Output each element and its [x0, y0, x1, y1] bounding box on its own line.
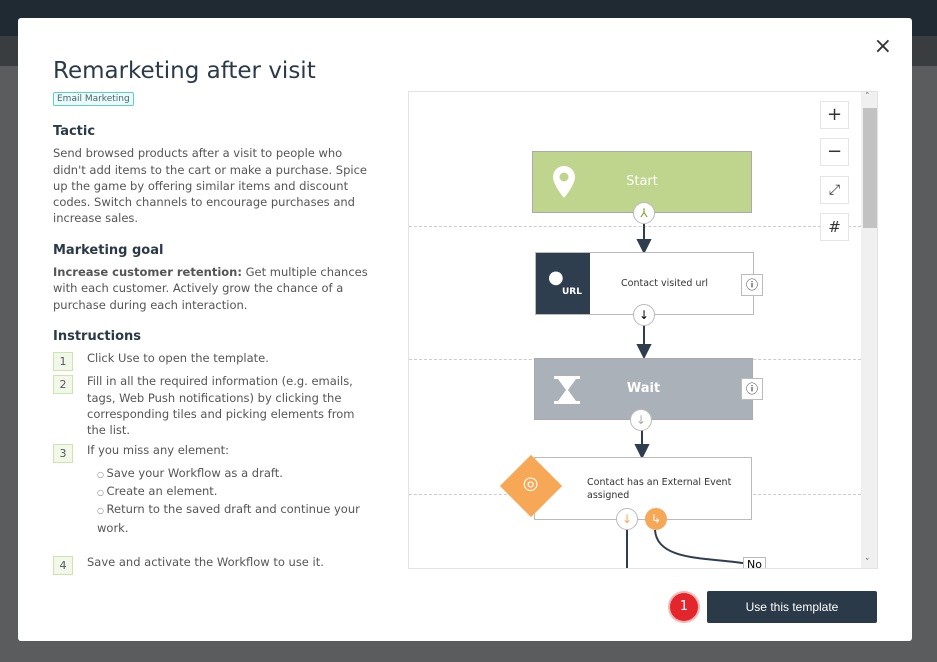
step-text: If you miss any element: — [87, 443, 230, 458]
step-number: 3 — [53, 444, 73, 464]
step-number: 1 — [53, 352, 73, 372]
use-template-button[interactable]: Use this template — [707, 591, 877, 623]
workflow-canvas[interactable]: Start ⅄ ● URL Contact visited url ⓘ ↓ Wai… — [408, 91, 878, 569]
category-tag: Email Marketing — [53, 92, 134, 106]
close-icon[interactable]: × — [874, 36, 892, 58]
node-label: Contact has an External Event assigned — [587, 477, 732, 501]
wait-label: Wait — [626, 381, 661, 396]
template-modal: × Remarketing after visit Email Marketin… — [18, 18, 912, 641]
scrollbar-thumb[interactable] — [863, 108, 877, 228]
scroll-up-icon[interactable]: ˄ — [865, 92, 870, 102]
zoom-out-button[interactable]: − — [820, 138, 849, 166]
sub-step: Save your Workflow as a draft. — [97, 465, 373, 483]
fullscreen-icon[interactable]: ⤢ — [820, 176, 849, 204]
step: 1 Click Use to open the template. — [53, 350, 373, 372]
step-text: Fill in all the required information (e.… — [87, 374, 355, 438]
branch-icon: ↳ — [645, 508, 667, 530]
scrollbar[interactable]: ˄ ˅ — [861, 92, 877, 568]
grid-icon[interactable]: # — [820, 213, 849, 241]
zoom-in-button[interactable]: + — [820, 101, 849, 129]
goal-bold: Increase customer retention: — [53, 265, 242, 280]
step-text: Click Use to open the template. — [87, 351, 269, 366]
arrow-down-icon: ↓ — [633, 304, 655, 326]
sub-step: Create an element. — [97, 483, 373, 501]
step: 4 Save and activate the Workflow to use i… — [53, 554, 373, 575]
step: 2 Fill in all the required information (e… — [53, 373, 373, 438]
step-text: Save and activate the Workflow to use it… — [87, 554, 324, 569]
no-label: No — [743, 557, 766, 568]
scroll-down-icon[interactable]: ˅ — [865, 558, 870, 568]
sub-step: Return to the saved draft and continue y… — [97, 501, 373, 536]
tactic-heading: Tactic — [53, 124, 96, 139]
step: 3 If you miss any element: Save your Work… — [53, 442, 373, 551]
external-event-node[interactable]: Contact has an External Event assigned — [534, 457, 752, 520]
user-url-icon: ● URL — [536, 253, 590, 314]
tactic-text: Send browsed products after a visit to p… — [53, 146, 367, 226]
info-icon[interactable]: ⓘ — [741, 274, 763, 296]
goal-heading: Marketing goal — [53, 242, 164, 258]
instructions-heading: Instructions — [53, 328, 142, 344]
step-badge: 1 — [670, 593, 698, 621]
arrow-down-icon: ↓ — [616, 508, 638, 530]
info-icon[interactable]: ⓘ — [741, 378, 763, 400]
arrow-down-icon: ↓ — [630, 409, 652, 431]
page-title: Remarketing after visit — [53, 58, 316, 84]
split-icon: ⅄ — [633, 202, 655, 224]
node-label: Contact visited url — [621, 278, 709, 289]
step-number: 2 — [53, 375, 73, 395]
start-label: Start — [626, 174, 658, 189]
step-number: 4 — [53, 555, 73, 575]
description-panel: Tactic Send browsed products after a vis… — [53, 124, 373, 577]
